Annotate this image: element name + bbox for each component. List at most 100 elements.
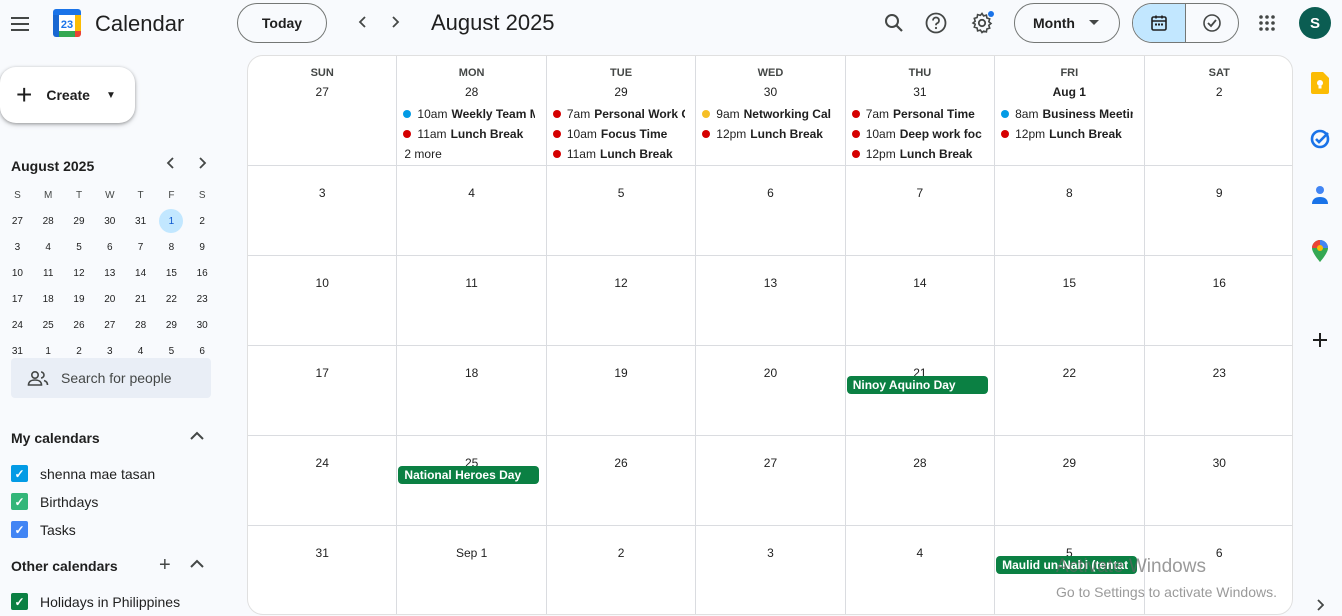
day-cell[interactable]: 7: [846, 166, 996, 255]
day-cell[interactable]: 27: [696, 436, 846, 525]
event-chip[interactable]: 10am Weekly Team M: [403, 105, 535, 123]
account-avatar[interactable]: S: [1299, 7, 1331, 39]
day-number[interactable]: 30: [1145, 456, 1292, 470]
mini-day[interactable]: 10: [2, 260, 33, 286]
mini-next-icon[interactable]: [197, 156, 207, 172]
more-events-link[interactable]: 2 more: [404, 147, 441, 161]
day-number[interactable]: 22: [995, 366, 1143, 380]
app-title[interactable]: Calendar: [95, 11, 184, 37]
day-cell[interactable]: 29: [995, 436, 1145, 525]
day-cell[interactable]: 11: [397, 256, 547, 345]
day-number[interactable]: 7: [846, 186, 994, 200]
mini-day[interactable]: 5: [64, 234, 95, 260]
day-cell[interactable]: 15: [995, 256, 1145, 345]
tasks-view-toggle[interactable]: [1185, 4, 1238, 42]
previous-month-icon[interactable]: [351, 10, 375, 34]
day-cell[interactable]: TUE 29 7am Personal Work C 10am Focus Time 11a…: [547, 56, 697, 165]
day-cell[interactable]: WED 30 9am Networking Cal 12pm Lunch Break: [696, 56, 846, 165]
day-number[interactable]: 5: [547, 186, 695, 200]
day-cell[interactable]: 12: [547, 256, 697, 345]
mini-day[interactable]: 30: [94, 208, 125, 234]
day-cell[interactable]: Sep 1: [397, 526, 547, 614]
mini-day[interactable]: 6: [94, 234, 125, 260]
day-number[interactable]: 24: [248, 456, 396, 470]
mini-day[interactable]: 29: [156, 312, 187, 338]
next-month-icon[interactable]: [383, 10, 407, 34]
help-icon[interactable]: [922, 9, 950, 37]
mini-day[interactable]: 15: [156, 260, 187, 286]
my-calendars-title[interactable]: My calendars: [11, 430, 100, 446]
view-switcher-dropdown[interactable]: Month: [1014, 3, 1120, 43]
day-cell[interactable]: 30: [1145, 436, 1292, 525]
day-number[interactable]: 4: [846, 546, 994, 560]
event-chip[interactable]: 9am Networking Cal: [702, 105, 834, 123]
mini-day[interactable]: 20: [94, 286, 125, 312]
day-number[interactable]: 9: [1145, 186, 1292, 200]
event-chip[interactable]: 12pm Lunch Break: [1001, 125, 1133, 143]
plus-icon[interactable]: [1309, 329, 1331, 351]
event-chip[interactable]: 7am Personal Time: [851, 105, 984, 123]
mini-day[interactable]: 9: [187, 234, 218, 260]
day-cell[interactable]: THU 31 7am Personal Time 10am Deep work foc 12…: [846, 56, 996, 165]
day-number[interactable]: 2: [547, 546, 695, 560]
mini-previous-icon[interactable]: [166, 156, 176, 172]
mini-day[interactable]: 24: [2, 312, 33, 338]
mini-day[interactable]: 3: [2, 234, 33, 260]
day-number[interactable]: 19: [547, 366, 695, 380]
tasks-icon[interactable]: [1309, 128, 1331, 150]
keep-icon[interactable]: [1309, 72, 1331, 94]
day-number[interactable]: 3: [696, 546, 844, 560]
day-cell[interactable]: 4: [846, 526, 996, 614]
mini-day[interactable]: 27: [2, 208, 33, 234]
day-cell[interactable]: 25 National Heroes Day: [397, 436, 547, 525]
checkbox-checked-icon[interactable]: ✓: [11, 593, 28, 610]
day-number[interactable]: 31: [248, 546, 396, 560]
day-number[interactable]: 3: [248, 186, 396, 200]
day-number[interactable]: 30: [696, 85, 844, 99]
mini-day[interactable]: 13: [94, 260, 125, 286]
day-number[interactable]: 15: [995, 276, 1143, 290]
day-cell[interactable]: 26: [547, 436, 697, 525]
day-cell[interactable]: 9: [1145, 166, 1292, 255]
day-cell[interactable]: FRI Aug 1 8am Business Meetin 12pm Lunch Brea…: [995, 56, 1145, 165]
day-cell[interactable]: 5 Maulid un-Nabi (tentat: [995, 526, 1145, 614]
chevron-right-icon[interactable]: [1309, 594, 1331, 616]
my-calendar-item[interactable]: ✓ Tasks: [11, 521, 76, 538]
mini-day[interactable]: 14: [125, 260, 156, 286]
day-number[interactable]: 31: [846, 85, 994, 99]
mini-day[interactable]: 30: [187, 312, 218, 338]
day-number[interactable]: 27: [248, 85, 396, 99]
day-number[interactable]: 16: [1145, 276, 1292, 290]
my-calendar-item[interactable]: ✓ Birthdays: [11, 493, 98, 510]
mini-day[interactable]: 12: [64, 260, 95, 286]
mini-day[interactable]: 21: [125, 286, 156, 312]
day-cell[interactable]: 4: [397, 166, 547, 255]
my-calendar-item[interactable]: ✓ shenna mae tasan: [11, 465, 155, 482]
mini-day[interactable]: 23: [187, 286, 218, 312]
contacts-icon[interactable]: [1309, 184, 1331, 206]
gear-icon[interactable]: [968, 9, 996, 37]
calendar-view-toggle[interactable]: [1133, 4, 1185, 42]
mini-day[interactable]: 7: [125, 234, 156, 260]
all-day-event[interactable]: National Heroes Day: [398, 466, 540, 484]
mini-day[interactable]: 16: [187, 260, 218, 286]
chevron-up-icon[interactable]: [190, 428, 204, 444]
other-calendar-item[interactable]: ✓ Holidays in Philippines: [11, 593, 180, 610]
day-number[interactable]: Aug 1: [995, 85, 1143, 99]
day-cell[interactable]: 21 Ninoy Aquino Day: [846, 346, 996, 435]
day-number[interactable]: 28: [846, 456, 994, 470]
day-number[interactable]: 13: [696, 276, 844, 290]
event-chip[interactable]: 10am Focus Time: [552, 125, 685, 143]
day-number[interactable]: 23: [1145, 366, 1292, 380]
other-calendars-title[interactable]: Other calendars: [11, 558, 118, 574]
day-cell[interactable]: 16: [1145, 256, 1292, 345]
add-other-calendar-icon[interactable]: +: [159, 555, 171, 575]
mini-day[interactable]: 28: [125, 312, 156, 338]
mini-day[interactable]: 28: [33, 208, 64, 234]
mini-day[interactable]: 31: [125, 208, 156, 234]
mini-day[interactable]: 11: [33, 260, 64, 286]
mini-day[interactable]: 26: [64, 312, 95, 338]
mini-day[interactable]: 18: [33, 286, 64, 312]
day-number[interactable]: 28: [397, 85, 545, 99]
day-number[interactable]: 27: [696, 456, 844, 470]
